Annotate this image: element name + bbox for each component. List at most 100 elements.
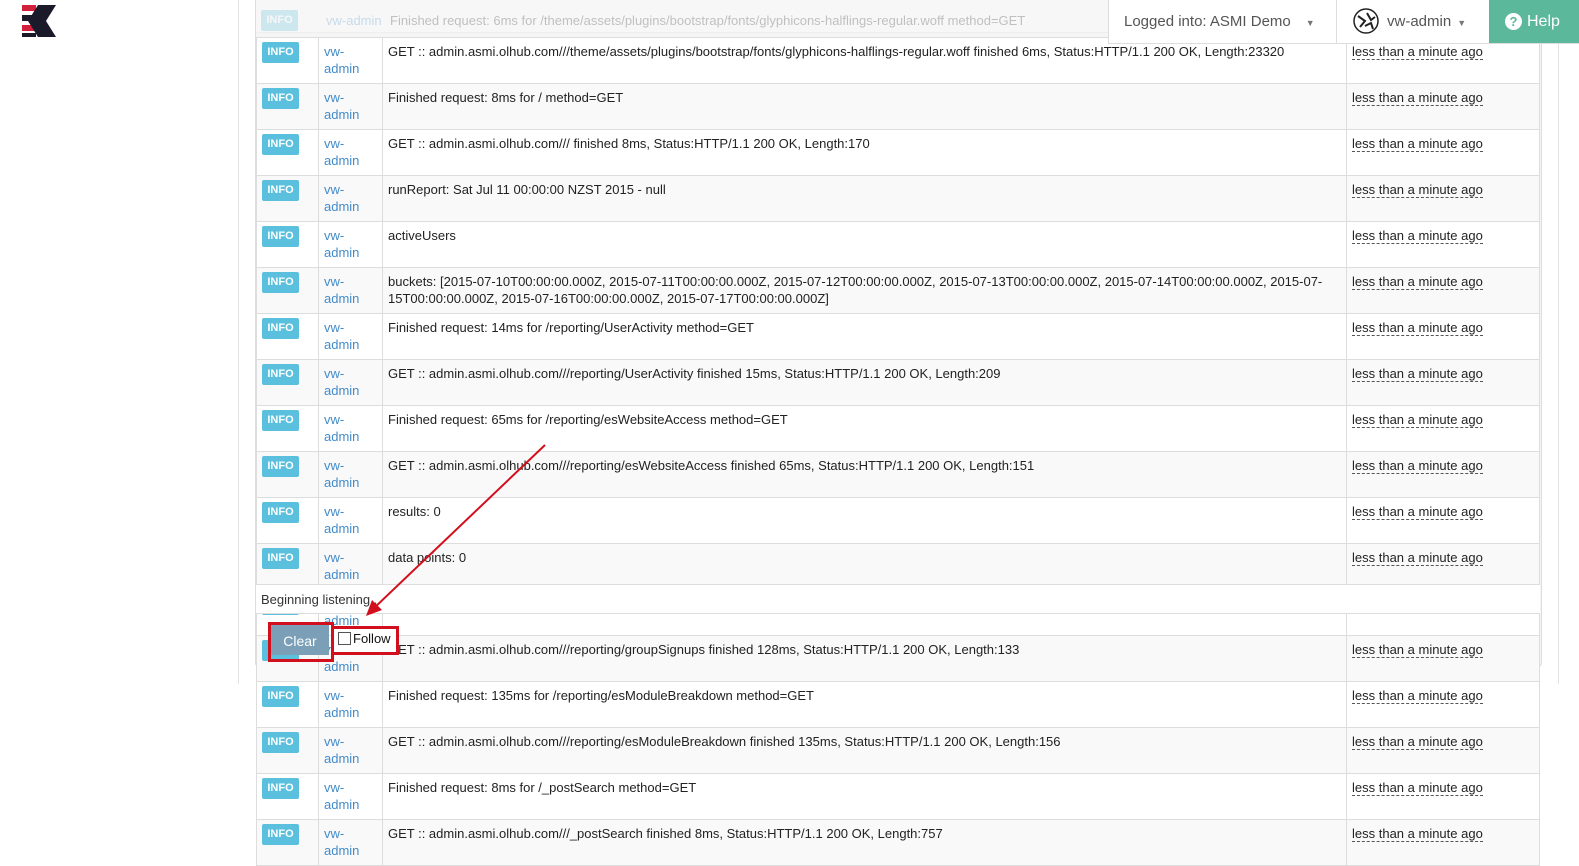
question-circle-icon: ?	[1505, 13, 1522, 30]
top-bar: Logged into: ASMI Demo ▼ vw-admin ▼ ? Help	[1108, 0, 1579, 44]
log-user-cell: vw-admin	[318, 359, 383, 406]
log-message: GET :: admin.asmi.olhub.com///reporting/…	[382, 727, 1347, 774]
log-time-cell: less than a minute ago	[1346, 681, 1540, 728]
log-user-cell: vw-admin	[318, 681, 383, 728]
log-user-cell: vw-admin	[318, 497, 383, 544]
log-level-cell: INFO	[256, 819, 319, 866]
help-button[interactable]: ? Help	[1489, 0, 1579, 43]
log-row: INFO vw-admin Finished request: 14ms for /…	[256, 313, 1540, 360]
follow-toggle[interactable]: Follow	[331, 626, 399, 655]
log-time: less than a minute ago	[1352, 826, 1483, 842]
log-time-cell: less than a minute ago	[1346, 129, 1540, 176]
log-time-cell: less than a minute ago	[1346, 451, 1540, 498]
log-row: INFOvw-adminGET :: admin.asmi.olhub.com/…	[256, 37, 1540, 84]
tenant-label: Logged into: ASMI Demo	[1124, 13, 1291, 30]
log-user-link[interactable]: vw-admin	[324, 688, 359, 720]
log-message: Finished request: 6ms for /theme/assets/…	[390, 13, 1026, 28]
log-level-cell: INFO	[256, 773, 319, 820]
username: vw-admin ▼	[1387, 13, 1467, 30]
log-level-cell: INFO	[256, 543, 319, 590]
log-user-link[interactable]: vw-admin	[324, 228, 359, 260]
log-time-cell: less than a minute ago	[1346, 497, 1540, 544]
avatar-icon	[1353, 8, 1379, 34]
log-level-cell: INFO	[256, 313, 319, 360]
log-time-cell: less than a minute ago	[1346, 221, 1540, 268]
log-user-link[interactable]: vw-admin	[324, 550, 359, 582]
log-message: GET :: admin.asmi.olhub.com///theme/asse…	[382, 37, 1347, 84]
log-user-link[interactable]: vw-admin	[326, 13, 382, 28]
level-badge: INFO	[262, 732, 299, 753]
log-level-cell: INFO	[256, 405, 319, 452]
log-row: INFO vw-admin Finished request: 8ms for /_…	[256, 773, 1540, 820]
log-time: less than a minute ago	[1352, 228, 1483, 244]
log-user-link[interactable]: vw-admin	[324, 44, 359, 76]
log-time: less than a minute ago	[1352, 44, 1483, 60]
log-time: less than a minute ago	[1352, 550, 1483, 566]
log-row: INFO vw-admin Finished request: 8ms for / …	[256, 83, 1540, 130]
chevron-down-icon: ▼	[1305, 18, 1315, 28]
log-user-cell: vw-admin	[318, 405, 383, 452]
log-message: Finished request: 14ms for /reporting/Us…	[382, 313, 1347, 360]
log-row: INFOvw-adminGET :: admin.asmi.olhub.com/…	[256, 635, 1540, 682]
log-user-link[interactable]: vw-admin	[324, 504, 359, 536]
tenant-dropdown[interactable]: Logged into: ASMI Demo ▼	[1108, 0, 1336, 43]
log-row: INFO vw-admin runReport: Sat Jul 11 00:00:…	[256, 175, 1540, 222]
level-badge: INFO	[262, 272, 299, 293]
level-badge: INFO	[262, 226, 299, 247]
log-user-link[interactable]: vw-admin	[324, 826, 359, 858]
level-badge: INFO	[262, 548, 299, 569]
log-panel: INFO vw-admin Finished request: 6ms for …	[255, 0, 1542, 866]
log-message: Finished request: 65ms for /reporting/es…	[382, 405, 1347, 452]
log-level-cell: INFO	[256, 681, 319, 728]
log-user-link[interactable]: vw-admin	[324, 366, 359, 398]
level-badge: INFO	[262, 88, 299, 109]
follow-label: Follow	[353, 631, 391, 646]
follow-checkbox[interactable]	[338, 632, 351, 645]
log-row: INFO vw-admin buckets: [2015-07-10T00:00:0…	[256, 267, 1540, 314]
log-row: INFO vw-admin Finished request: 135ms for …	[256, 681, 1540, 728]
log-user-link[interactable]: vw-admin	[324, 412, 359, 444]
level-badge: INFO	[262, 456, 299, 477]
log-level-cell: INFO	[256, 359, 319, 406]
log-user-cell: vw-admin	[318, 129, 383, 176]
log-level-cell: INFO	[256, 267, 319, 314]
log-user-link[interactable]: vw-admin	[324, 734, 359, 766]
log-user-cell: vw-admin	[318, 727, 383, 774]
log-time-cell: less than a minute ago	[1346, 405, 1540, 452]
log-message: runReport: Sat Jul 11 00:00:00 NZST 2015…	[382, 175, 1347, 222]
level-badge: INFO	[262, 502, 299, 523]
log-row: INFO vw-admin activeUsers less than a minut…	[256, 221, 1540, 268]
log-level-cell: INFO	[256, 83, 319, 130]
log-user-link[interactable]: vw-admin	[324, 182, 359, 214]
log-row: INFO vw-admin data points: 0 less than a mi…	[256, 543, 1540, 590]
brand-logo-icon[interactable]	[22, 3, 62, 39]
chevron-down-icon: ▼	[1457, 18, 1467, 28]
log-user-link[interactable]: vw-admin	[324, 458, 359, 490]
log-time: less than a minute ago	[1352, 504, 1483, 520]
log-time-cell: less than a minute ago	[1346, 83, 1540, 130]
log-time-cell: less than a minute ago	[1346, 359, 1540, 406]
log-time: less than a minute ago	[1352, 642, 1483, 658]
log-time-cell: less than a minute ago	[1346, 313, 1540, 360]
log-message: GET :: admin.asmi.olhub.com///_postSearc…	[382, 819, 1347, 866]
user-menu[interactable]: vw-admin ▼	[1336, 0, 1490, 43]
log-user-link[interactable]: vw-admin	[324, 136, 359, 168]
log-user-cell: vw-admin	[318, 37, 383, 84]
log-message: GET :: admin.asmi.olhub.com/// finished …	[382, 129, 1347, 176]
log-row: INFOvw-admin GET :: admin.asmi.olhub.com/…	[256, 819, 1540, 866]
level-badge: INFO	[262, 686, 299, 707]
log-user-cell: vw-admin	[318, 773, 383, 820]
log-message: Finished request: 8ms for / method=GET	[382, 83, 1347, 130]
log-time-cell: less than a minute ago	[1346, 543, 1540, 590]
log-message: data points: 0	[382, 543, 1347, 590]
log-user-link[interactable]: vw-admin	[324, 320, 359, 352]
log-user-link[interactable]: vw-admin	[324, 780, 359, 812]
level-badge: INFO	[261, 10, 298, 31]
log-user-cell: vw-admin	[318, 543, 383, 590]
log-user-link[interactable]: vw-admin	[324, 274, 359, 306]
log-row: INFOvw-adminGET :: admin.asmi.olhub.com/…	[256, 129, 1540, 176]
log-message: Finished request: 135ms for /reporting/e…	[382, 681, 1347, 728]
listening-text: Beginning listening...	[261, 592, 381, 607]
log-user-link[interactable]: vw-admin	[324, 90, 359, 122]
log-user-cell: vw-admin	[318, 313, 383, 360]
